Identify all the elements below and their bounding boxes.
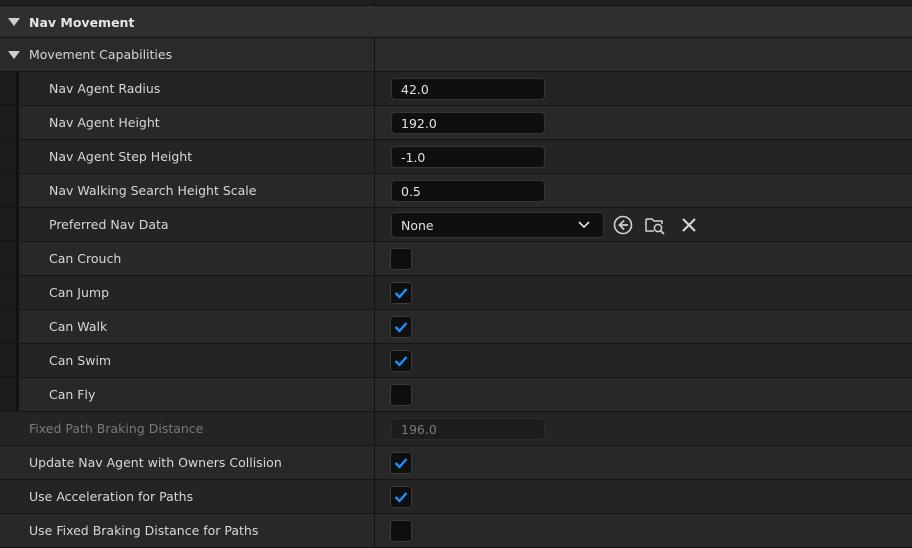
property-row-can-swim: Can Swim <box>0 344 912 378</box>
nav-walking-search-height-scale-input[interactable]: 0.5 <box>391 180 545 202</box>
collapse-triangle-icon[interactable] <box>8 51 20 59</box>
checkmark-icon <box>394 458 408 469</box>
indent-bar <box>0 378 19 411</box>
section-title: Nav Movement <box>29 15 135 30</box>
collapse-triangle-icon[interactable] <box>8 18 20 26</box>
checkmark-icon <box>394 356 408 367</box>
group-title: Movement Capabilities <box>29 47 173 62</box>
property-row-use-fixed-braking-distance-for-paths: Use Fixed Braking Distance for Paths <box>0 514 912 548</box>
use-fixed-braking-distance-for-paths-checkbox[interactable] <box>390 520 412 542</box>
property-row-nav-agent-step-height: Nav Agent Step Height -1.0 <box>0 140 912 174</box>
fixed-path-braking-distance-input: 196.0 <box>391 418 545 440</box>
property-row-fixed-path-braking-distance: Fixed Path Braking Distance 196.0 <box>0 412 912 446</box>
preferred-nav-data-dropdown[interactable]: None <box>391 212 604 238</box>
checkmark-icon <box>394 492 408 503</box>
indent-bar <box>0 208 19 241</box>
indent-bar <box>0 310 19 343</box>
property-label: Preferred Nav Data <box>49 217 169 232</box>
nav-agent-step-height-input[interactable]: -1.0 <box>391 146 545 168</box>
can-jump-checkbox[interactable] <box>390 282 412 304</box>
can-swim-checkbox[interactable] <box>390 350 412 372</box>
property-row-nav-walking-search-height-scale: Nav Walking Search Height Scale 0.5 <box>0 174 912 208</box>
clear-close-icon[interactable] <box>678 214 700 236</box>
section-header-nav-movement[interactable]: Nav Movement <box>0 5 912 38</box>
property-row-nav-agent-radius: Nav Agent Radius 42.0 <box>0 72 912 106</box>
property-row-preferred-nav-data: Preferred Nav Data None <box>0 208 912 242</box>
property-label: Can Fly <box>49 387 96 402</box>
property-label: Nav Walking Search Height Scale <box>49 183 257 198</box>
property-label: Use Fixed Braking Distance for Paths <box>29 523 259 538</box>
browse-folder-search-icon[interactable] <box>644 214 666 236</box>
property-label: Nav Agent Height <box>49 115 160 130</box>
property-label: Can Swim <box>49 353 112 368</box>
property-label: Can Crouch <box>49 251 122 266</box>
indent-bar <box>0 174 19 207</box>
can-walk-checkbox[interactable] <box>390 316 412 338</box>
property-label: Use Acceleration for Paths <box>29 489 194 504</box>
indent-bar <box>0 276 19 309</box>
nav-agent-height-input[interactable]: 192.0 <box>391 112 545 134</box>
property-row-can-jump: Can Jump <box>0 276 912 310</box>
use-selected-arrow-left-circle-icon[interactable] <box>612 214 634 236</box>
dropdown-value: None <box>401 218 434 233</box>
property-row-use-acceleration-for-paths: Use Acceleration for Paths <box>0 480 912 514</box>
indent-bar <box>0 140 19 173</box>
property-label: Nav Agent Radius <box>49 81 161 96</box>
checkmark-icon <box>394 288 408 299</box>
property-row-can-walk: Can Walk <box>0 310 912 344</box>
indent-bar <box>0 106 19 139</box>
property-row-nav-agent-height: Nav Agent Height 192.0 <box>0 106 912 140</box>
property-label: Can Jump <box>49 285 110 300</box>
group-row-movement-capabilities[interactable]: Movement Capabilities <box>0 38 912 72</box>
indent-bar <box>0 72 19 105</box>
update-nav-agent-with-owners-collision-checkbox[interactable] <box>390 452 412 474</box>
can-crouch-checkbox[interactable] <box>390 248 412 270</box>
property-label: Update Nav Agent with Owners Collision <box>29 455 282 470</box>
property-row-can-fly: Can Fly <box>0 378 912 412</box>
indent-bar <box>0 242 19 275</box>
can-fly-checkbox[interactable] <box>390 384 412 406</box>
checkmark-icon <box>394 322 408 333</box>
nav-agent-radius-input[interactable]: 42.0 <box>391 78 545 100</box>
use-acceleration-for-paths-checkbox[interactable] <box>390 486 412 508</box>
property-label: Can Walk <box>49 319 108 334</box>
property-label: Nav Agent Step Height <box>49 149 193 164</box>
indent-bar <box>0 344 19 377</box>
property-row-update-nav-agent-with-owners-collision: Update Nav Agent with Owners Collision <box>0 446 912 480</box>
property-row-can-crouch: Can Crouch <box>0 242 912 276</box>
property-label: Fixed Path Braking Distance <box>29 421 204 436</box>
chevron-down-icon <box>578 221 590 229</box>
